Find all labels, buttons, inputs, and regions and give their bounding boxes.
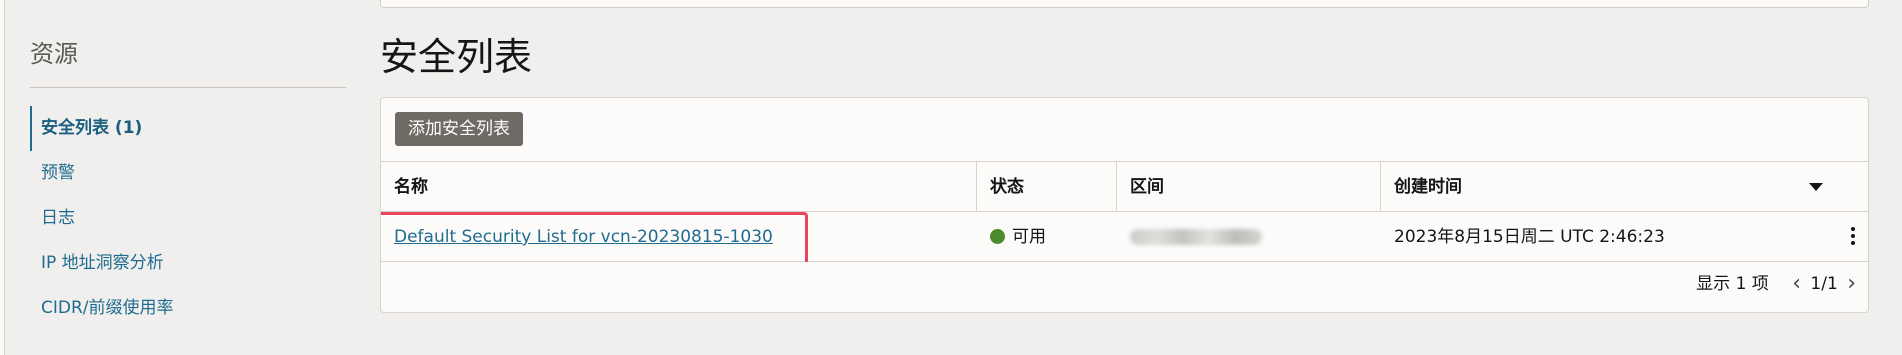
row-status-cell: 可用 xyxy=(977,212,1117,262)
sidebar-item-security-lists[interactable]: 安全列表 (1) xyxy=(30,106,346,151)
table-header-row: 名称 状态 区间 创建时间 xyxy=(381,162,1868,212)
sidebar-item-ip-insights[interactable]: IP 地址洞察分析 xyxy=(30,241,346,286)
chevron-right-icon[interactable]: › xyxy=(1843,264,1860,304)
column-header-created[interactable]: 创建时间 xyxy=(1381,162,1868,212)
row-created-cell: 2023年8月15日周二 UTC 2:46:23 xyxy=(1381,212,1868,262)
pagination: 显示 1 项 ‹ 1/1 › xyxy=(1696,264,1860,304)
kebab-menu-icon[interactable] xyxy=(1850,226,1856,248)
column-header-status[interactable]: 状态 xyxy=(977,162,1117,212)
status-dot-icon xyxy=(990,229,1005,244)
security-lists-panel: 添加安全列表 名称 状态 区间 创建时间 Default Security Li… xyxy=(380,97,1869,313)
page: 资源 安全列表 (1) 预警 日志 IP 地址洞察分析 CIDR/前缀使用率 安… xyxy=(0,0,1902,355)
sidebar-item-alerts[interactable]: 预警 xyxy=(30,151,346,196)
security-lists-table: 名称 状态 区间 创建时间 Default Security List for … xyxy=(381,161,1868,262)
page-title: 安全列表 xyxy=(380,35,533,79)
row-name-cell: Default Security List for vcn-20230815-1… xyxy=(381,212,977,262)
compartment-value-redacted xyxy=(1130,229,1262,245)
column-header-compartment[interactable]: 区间 xyxy=(1117,162,1381,212)
column-header-created-label: 创建时间 xyxy=(1394,177,1462,197)
table-row: Default Security List for vcn-20230815-1… xyxy=(381,212,1868,262)
left-edge-divider xyxy=(0,0,5,355)
sidebar-item-cidr-usage[interactable]: CIDR/前缀使用率 xyxy=(30,286,346,331)
status-label: 可用 xyxy=(1012,227,1046,247)
sidebar-divider xyxy=(30,87,346,88)
row-compartment-cell xyxy=(1117,212,1381,262)
security-list-name-link[interactable]: Default Security List for vcn-20230815-1… xyxy=(394,227,773,247)
column-header-name[interactable]: 名称 xyxy=(381,162,977,212)
chevron-left-icon[interactable]: ‹ xyxy=(1788,264,1805,304)
add-security-list-button[interactable]: 添加安全列表 xyxy=(395,112,523,146)
item-count: 显示 1 项 xyxy=(1696,274,1769,294)
page-indicator: 1/1 xyxy=(1810,274,1838,294)
previous-panel-edge xyxy=(380,0,1869,8)
sidebar-title: 资源 xyxy=(30,40,78,68)
sort-down-icon[interactable] xyxy=(1809,183,1823,191)
sidebar-nav: 安全列表 (1) 预警 日志 IP 地址洞察分析 CIDR/前缀使用率 xyxy=(30,106,346,331)
sidebar-item-logs[interactable]: 日志 xyxy=(30,196,346,241)
created-time-value: 2023年8月15日周二 UTC 2:46:23 xyxy=(1394,227,1665,247)
